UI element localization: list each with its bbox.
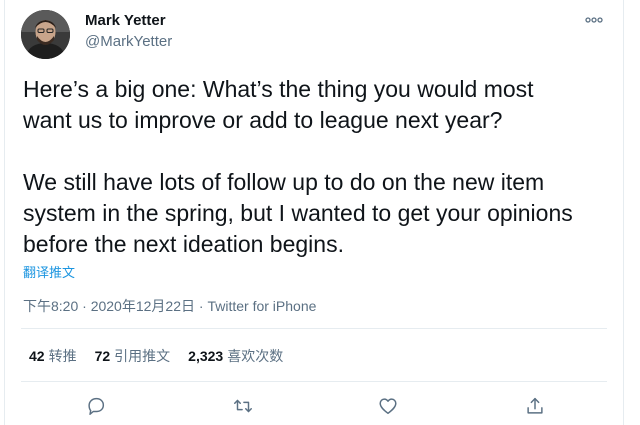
author-handle[interactable]: @MarkYetter [85, 33, 172, 50]
tweet-time[interactable]: 下午8:20 [23, 298, 78, 314]
reply-icon [88, 397, 105, 415]
retweets-label: 转推 [48, 348, 77, 364]
tweet-stats: 42 转推 72 引用推文 2,323 喜欢次数 [29, 346, 283, 366]
divider-bottom [21, 381, 607, 382]
tweet-paragraph-1: Here’s a big one: What’s the thing you w… [23, 76, 534, 133]
reply-button[interactable] [82, 392, 110, 420]
tweet-source[interactable]: Twitter for iPhone [207, 298, 316, 314]
tweet-metadata: 下午8:20 · 2020年12月22日 · Twitter for iPhon… [23, 296, 316, 316]
likes-label: 喜欢次数 [227, 348, 284, 364]
avatar-image [21, 10, 70, 59]
quotes-stat[interactable]: 72 引用推文 [95, 346, 171, 366]
meta-separator-1: · [82, 298, 87, 314]
heart-icon [379, 398, 397, 415]
share-icon [527, 397, 543, 414]
tweet-text: Here’s a big one: What’s the thing you w… [23, 74, 613, 260]
retweet-icon [234, 399, 252, 413]
share-button[interactable] [521, 392, 549, 420]
tweet-actions [5, 392, 623, 420]
tweet-paragraph-2: We still have lots of follow up to do on… [23, 169, 573, 257]
translate-tweet-link[interactable]: 翻译推文 [23, 262, 75, 281]
retweets-count: 42 [29, 348, 45, 364]
meta-separator-2: · [198, 298, 204, 314]
retweets-stat[interactable]: 42 转推 [29, 346, 77, 366]
likes-stat[interactable]: 2,323 喜欢次数 [188, 346, 283, 366]
like-button[interactable] [374, 392, 402, 420]
quotes-label: 引用推文 [114, 348, 171, 364]
author-name[interactable]: Mark Yetter [85, 12, 166, 29]
more-options-button[interactable] [581, 10, 607, 30]
avatar[interactable] [21, 10, 70, 59]
likes-count: 2,323 [188, 348, 224, 364]
retweet-button[interactable] [229, 392, 257, 420]
divider-top [21, 328, 607, 329]
quotes-count: 72 [94, 348, 111, 364]
tweet-date[interactable]: 2020年12月22日 [91, 298, 195, 314]
tweet-card: Mark Yetter @MarkYetter Here’s a big one… [4, 0, 624, 425]
more-icon [585, 17, 603, 23]
